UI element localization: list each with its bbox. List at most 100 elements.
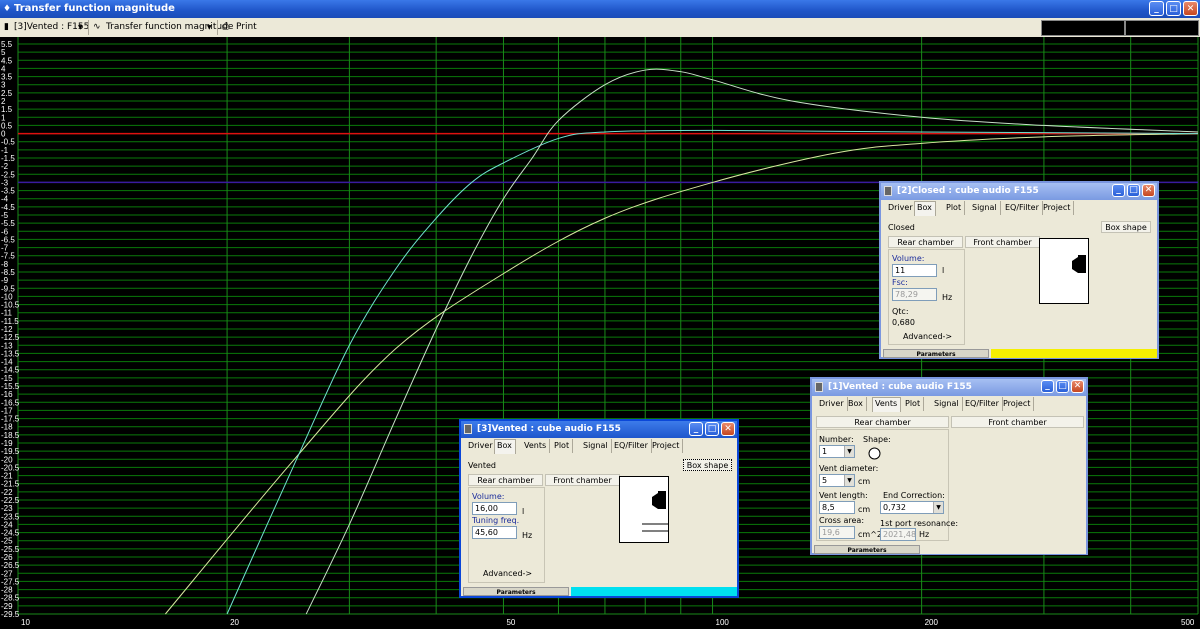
tab-vents[interactable]: Vents — [872, 397, 902, 412]
maximize-button[interactable]: □ — [1166, 1, 1181, 16]
front-chamber-button[interactable]: Front chamber — [545, 474, 620, 486]
chevron-down-icon[interactable]: ▼ — [933, 502, 943, 513]
box-selector-dropdown-icon[interactable]: ▼ — [78, 20, 83, 35]
closed-box-window[interactable]: [2]Closed : cube audio F155 _ □ ✕ Driver… — [879, 181, 1159, 359]
rear-chamber-button[interactable]: Rear chamber — [816, 416, 949, 428]
qtc-label: Qtc: — [892, 307, 909, 316]
closed-window-title: [2]Closed : cube audio F155 — [897, 186, 1039, 196]
minimize-button[interactable]: _ — [1149, 1, 1164, 16]
maximize-icon[interactable]: □ — [1056, 380, 1069, 393]
number-label: Number: — [819, 435, 854, 444]
vent-diameter-label: Vent diameter: — [819, 464, 879, 473]
printer-icon[interactable]: ⎙ — [222, 20, 229, 35]
rear-chamber-button[interactable]: Rear chamber — [468, 474, 543, 486]
close-icon[interactable]: ✕ — [1071, 380, 1084, 393]
vent-length-label: Vent length: — [819, 491, 868, 500]
tab-project[interactable]: Project — [1000, 397, 1035, 411]
graph-curve-icon: ∿ — [93, 22, 101, 32]
close-icon[interactable]: ✕ — [1142, 184, 1155, 197]
tab-signal[interactable]: Signal — [580, 439, 612, 453]
vent-diameter-select[interactable]: 5 ▼ — [819, 474, 855, 487]
advanced-link[interactable]: Advanced-> — [903, 332, 952, 341]
vented-box-diagram — [619, 476, 669, 543]
closed-box-diagram — [1039, 238, 1089, 304]
tab-signal[interactable]: Signal — [969, 201, 1001, 215]
cross-area-unit: cm^2 — [858, 530, 882, 539]
end-correction-value: 0,732 — [883, 503, 906, 512]
number-value: 1 — [822, 447, 828, 456]
vent-length-unit: cm — [858, 505, 871, 514]
box-selector-icon: ▮ — [4, 22, 9, 32]
tab-plot[interactable]: Plot — [902, 397, 925, 411]
x-tick-label: 500 — [1181, 618, 1195, 627]
tab-project[interactable]: Project — [649, 439, 684, 453]
status-color-bar — [922, 545, 1086, 554]
tab-driver[interactable]: Driver — [885, 201, 917, 215]
cross-area-input: 19,6 — [819, 526, 855, 539]
box-icon — [815, 382, 823, 392]
close-icon[interactable]: ✕ — [721, 422, 735, 436]
vented1-window-title: [1]Vented : cube audio F155 — [828, 382, 972, 392]
x-tick-label: 200 — [925, 618, 939, 627]
close-button[interactable]: ✕ — [1183, 1, 1198, 16]
toolbar: ▮ [3]Vented : F155 ▼ ∿ Transfer function… — [0, 18, 1200, 38]
tab-eq-filter[interactable]: EQ/Filter — [1002, 201, 1043, 215]
speaker-diagram-icon — [1072, 255, 1086, 273]
tab-box[interactable]: Box — [845, 397, 867, 411]
number-select[interactable]: 1 ▼ — [819, 445, 855, 458]
front-chamber-button[interactable]: Front chamber — [951, 416, 1084, 428]
tab-project[interactable]: Project — [1040, 201, 1075, 215]
closed-window-titlebar[interactable]: [2]Closed : cube audio F155 _ □ ✕ — [881, 183, 1157, 200]
round-vent-shape-icon[interactable] — [868, 447, 881, 460]
maximize-icon[interactable]: □ — [1127, 184, 1140, 197]
volume-label: Volume: — [892, 254, 925, 263]
vent-diameter-unit: cm — [858, 477, 871, 486]
fsc-input: 78,29 — [892, 288, 937, 301]
chevron-down-icon[interactable]: ▼ — [844, 446, 854, 457]
tab-plot[interactable]: Plot — [943, 201, 966, 215]
x-tick-label: 20 — [230, 618, 239, 627]
chevron-down-icon[interactable]: ▼ — [844, 475, 854, 486]
volume-unit: l — [522, 507, 525, 516]
speaker-icon: ♦ — [3, 4, 12, 14]
graph-selector[interactable]: Transfer function magnitude — [106, 20, 233, 35]
tuning-freq-input[interactable]: 45,60 — [472, 526, 517, 539]
vented1-window-titlebar[interactable]: [1]Vented : cube audio F155 _ □ ✕ — [812, 379, 1086, 396]
minimize-icon[interactable]: _ — [689, 422, 703, 436]
volume-label: Volume: — [472, 492, 505, 501]
tab-box[interactable]: Box — [914, 201, 936, 216]
tab-eq-filter[interactable]: EQ/Filter — [611, 439, 652, 453]
tab-signal[interactable]: Signal — [931, 397, 963, 411]
volume-input[interactable]: 11 — [892, 264, 937, 277]
box-icon — [884, 186, 892, 196]
vented1-status-bar: Parameters — [814, 545, 1086, 554]
box-type-label: Vented — [468, 461, 496, 470]
tab-eq-filter[interactable]: EQ/Filter — [962, 397, 1003, 411]
vent-length-input[interactable]: 8,5 — [819, 501, 855, 514]
minimize-icon[interactable]: _ — [1112, 184, 1125, 197]
tab-plot[interactable]: Plot — [551, 439, 574, 453]
cross-area-label: Cross area: — [819, 516, 865, 525]
print-button[interactable]: Print — [236, 20, 257, 35]
vented-1-window[interactable]: [1]Vented : cube audio F155 _ □ ✕ Driver… — [810, 377, 1088, 555]
parameters-label: Parameters — [814, 545, 920, 554]
status-display-1 — [1041, 20, 1125, 36]
minimize-icon[interactable]: _ — [1041, 380, 1054, 393]
advanced-link[interactable]: Advanced-> — [483, 569, 532, 578]
tab-driver[interactable]: Driver — [816, 397, 848, 411]
rear-chamber-button[interactable]: Rear chamber — [888, 236, 963, 248]
vented3-window-titlebar[interactable]: [3]Vented : cube audio F155 _ □ ✕ — [461, 421, 737, 438]
parameters-label: Parameters — [883, 349, 989, 358]
vented-3-window[interactable]: [3]Vented : cube audio F155 _ □ ✕ Driver… — [459, 419, 739, 598]
tab-vents[interactable]: Vents — [521, 439, 551, 453]
tab-driver[interactable]: Driver — [465, 439, 497, 453]
maximize-icon[interactable]: □ — [705, 422, 719, 436]
volume-input[interactable]: 16,00 — [472, 502, 517, 515]
box-shape-button[interactable]: Box shape — [683, 459, 732, 471]
box-shape-button[interactable]: Box shape — [1101, 221, 1151, 233]
front-chamber-button[interactable]: Front chamber — [965, 236, 1040, 248]
end-correction-select[interactable]: 0,732 ▼ — [880, 501, 944, 514]
graph-selector-dropdown-icon[interactable]: ▼ — [207, 20, 212, 35]
tuning-freq-label: Tuning freq. — [472, 516, 520, 525]
tab-box[interactable]: Box — [494, 439, 516, 454]
